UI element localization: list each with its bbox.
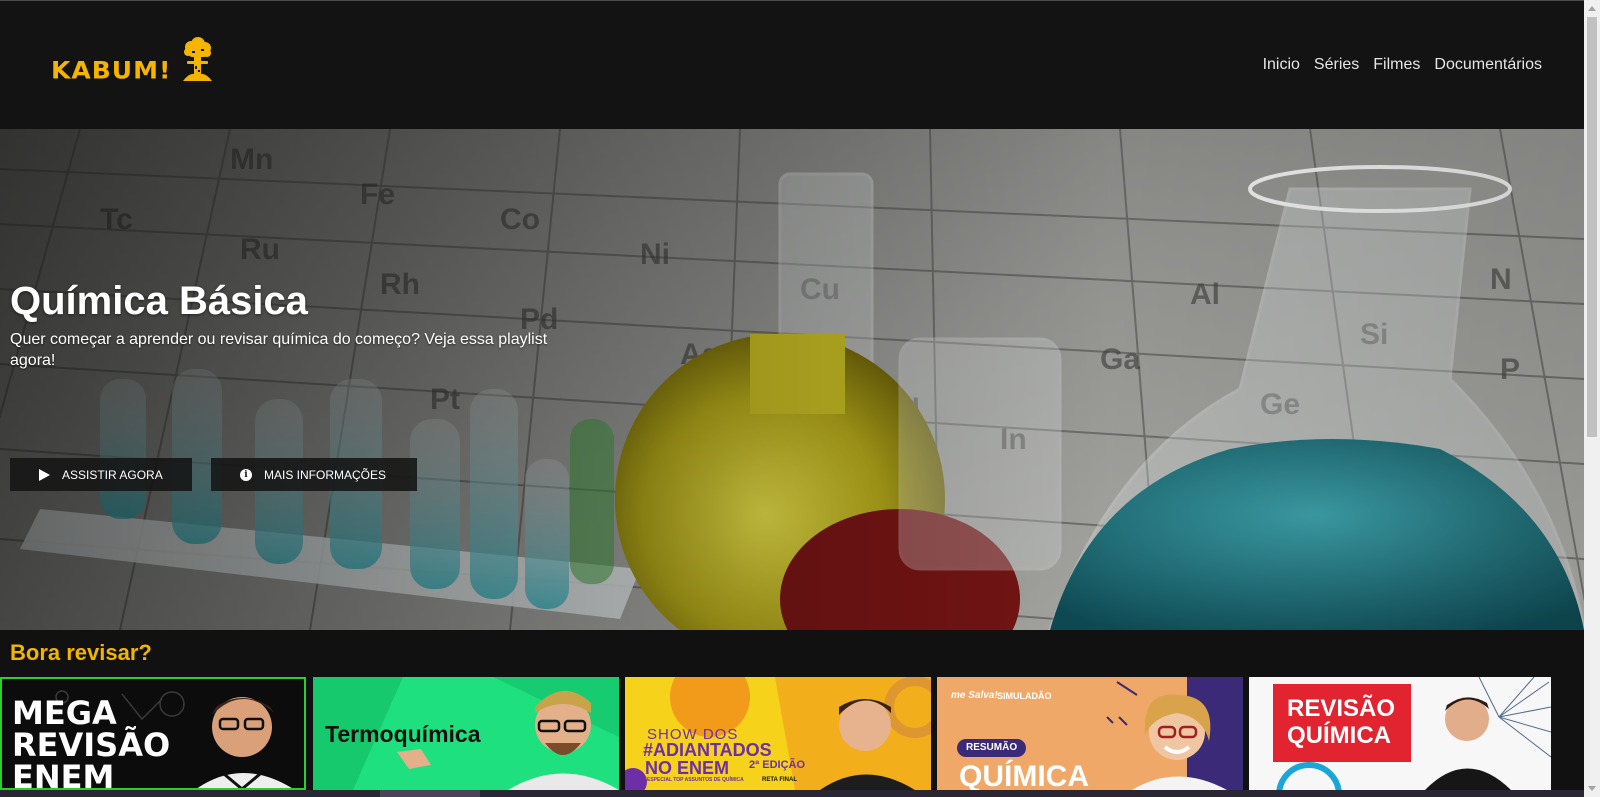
video-card-termoquimica[interactable]: Termoquímica: [313, 677, 619, 790]
card-tag: RETA FINAL: [762, 777, 797, 783]
watch-now-button[interactable]: ASSISTIR AGORA: [10, 458, 192, 491]
card-label: SIMULADÃO: [997, 691, 1052, 701]
video-card-simuladao-quimica[interactable]: me Salva! SIMULADÃO RESUMÃO QUÍMICA: [937, 677, 1243, 790]
nav-documentarios[interactable]: Documentários: [1434, 56, 1542, 74]
card-line-2: #ADIANTADOS: [643, 740, 772, 760]
card-line-1: REVISÃO: [1287, 695, 1396, 722]
hero-banner: MnFeCo TcRuRhPd NiCuAgCd InAlGaGe SiPNPt: [0, 129, 1584, 630]
more-info-label: MAIS INFORMAÇÕES: [264, 467, 387, 482]
card-pill: RESUMÃO: [957, 739, 1027, 757]
hero-overlay: [0, 129, 1584, 630]
card-subtitle: ESPECIAL TOP ASSUNTOS DE QUÍMICA: [647, 777, 744, 783]
mushroom-cloud-icon: [183, 37, 213, 81]
card-line-2: REVISÃO: [12, 726, 171, 764]
card-line-1: MEGA: [12, 694, 117, 732]
more-info-button[interactable]: i MAIS INFORMAÇÕES: [211, 458, 417, 491]
card-line-3: NO ENEM: [645, 758, 730, 778]
video-card-mega-revisao[interactable]: MEGA REVISÃO ENEM: [0, 677, 306, 790]
vertical-scrollbar[interactable]: [1584, 0, 1600, 797]
card-line-3: ENEM: [12, 758, 115, 790]
main-nav: Inicio Séries Filmes Documentários: [1263, 56, 1542, 74]
row-title: Bora revisar?: [10, 640, 152, 665]
play-icon: [39, 468, 50, 481]
logo-text: KABUM!: [51, 56, 172, 85]
kabum-logo[interactable]: KABUM!: [51, 37, 215, 83]
scroll-down-icon[interactable]: [1588, 786, 1596, 791]
nav-inicio[interactable]: Inicio: [1263, 56, 1300, 74]
card-title: Termoquímica: [325, 721, 481, 747]
card-big-title: QUÍMICA: [959, 760, 1089, 791]
nav-series[interactable]: Séries: [1314, 56, 1359, 74]
scroll-up-icon[interactable]: [1588, 6, 1596, 11]
horizontal-scrollbar-thumb[interactable]: [380, 790, 480, 797]
card-badge: 2ª EDIÇÃO: [749, 759, 806, 771]
hero-description: Quer começar a aprender ou revisar quími…: [10, 331, 548, 369]
info-icon: i: [240, 468, 252, 481]
video-card-show-dos-adiantados[interactable]: SHOW DOS #ADIANTADOS NO ENEM 2ª EDIÇÃO E…: [625, 677, 931, 790]
top-header: KABUM! Inicio Séries Filmes Documentário…: [0, 0, 1584, 129]
scrollbar-thumb[interactable]: [1587, 17, 1597, 437]
video-card-revisao-quimica[interactable]: REVISÃO QUÍMICA: [1249, 677, 1551, 790]
hero-title: Química Básica: [10, 279, 308, 323]
card-line-2: QUÍMICA: [1287, 722, 1391, 749]
card-brand: me Salva!: [951, 690, 998, 701]
watch-now-label: ASSISTIR AGORA: [62, 467, 163, 482]
horizontal-scrollbar[interactable]: [0, 790, 1584, 797]
video-row: MEGA REVISÃO ENEM Termoquímica SHOW DOS …: [0, 677, 1584, 790]
nav-filmes[interactable]: Filmes: [1373, 56, 1420, 74]
